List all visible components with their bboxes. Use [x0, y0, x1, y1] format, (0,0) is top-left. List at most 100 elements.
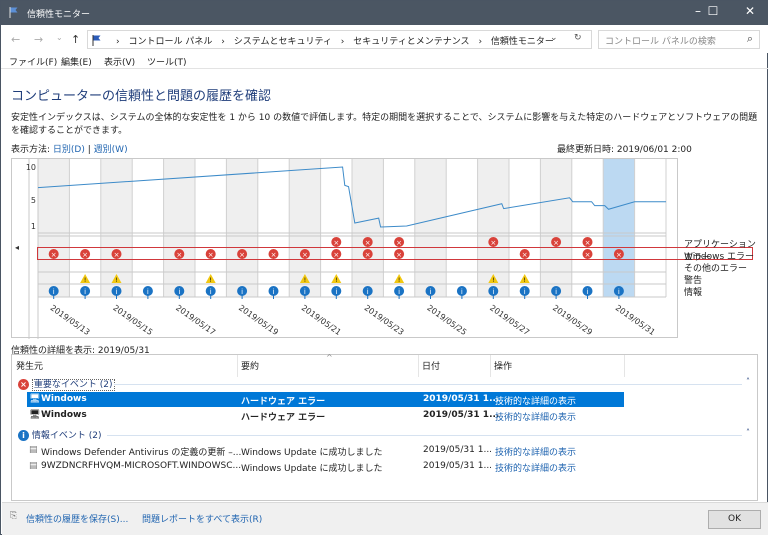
x-tick-label: 2019/05/17 [174, 303, 217, 337]
search-input[interactable]: コントロール パネルの検索 ⌕ [598, 30, 760, 49]
group-divider [114, 384, 742, 385]
error-icon-mark: × [490, 239, 496, 247]
column-action[interactable]: 操作 [494, 359, 512, 372]
search-placeholder: コントロール パネルの検索 [605, 37, 716, 47]
row-date: 2019/05/31 1... [423, 461, 492, 471]
view-mode-label: 表示方法: [11, 145, 50, 155]
day-column[interactable] [446, 159, 477, 297]
day-column[interactable] [635, 159, 666, 297]
info-icon-mark: i [116, 288, 118, 296]
y-tick-label: 5 [31, 196, 36, 205]
info-icon-mark: i [524, 288, 526, 296]
warning-icon-mark: ! [115, 277, 117, 284]
y-tick-label: 10 [26, 163, 36, 172]
address-dropdown-icon[interactable]: ⌄ [550, 33, 558, 43]
group-critical-events[interactable]: × 重要なイベント (2) [18, 377, 115, 390]
day-column[interactable] [603, 159, 634, 297]
info-icon-mark: i [147, 288, 149, 296]
breadcrumb-separator: › [116, 37, 120, 47]
breadcrumb-control-panel[interactable]: コントロール パネル [128, 37, 212, 47]
windows-error-row-highlight [37, 247, 753, 260]
recent-locations-button[interactable]: ⌄ [56, 33, 63, 42]
warning-icon-mark: ! [209, 277, 211, 284]
menu-edit[interactable]: 編集(E) [61, 55, 92, 68]
windows-app-icon: 🖥 [29, 410, 40, 420]
info-icon-mark: i [241, 288, 243, 296]
day-column[interactable] [226, 159, 257, 297]
maximize-button[interactable]: ☐ [698, 4, 728, 18]
info-icon-mark: i [492, 288, 494, 296]
warning-icon-mark: ! [84, 277, 86, 284]
breadcrumb[interactable]: › コントロール パネル › システムとセキュリティ › セキュリティとメンテナ… [87, 30, 592, 49]
view-weekly-link[interactable]: 週別(W) [94, 145, 128, 155]
x-tick-label: 2019/05/31 [614, 303, 657, 337]
column-summary[interactable]: 要約 [241, 359, 259, 372]
y-tick-label: 1 [31, 222, 36, 231]
x-tick-label: 2019/05/29 [551, 303, 594, 337]
day-column[interactable] [572, 159, 603, 297]
column-divider [624, 355, 625, 377]
info-icon-mark: i [178, 288, 180, 296]
day-column[interactable] [164, 159, 195, 297]
day-column[interactable] [415, 159, 446, 297]
search-icon[interactable]: ⌕ [747, 32, 753, 46]
row-date: 2019/05/31 1... [423, 394, 499, 404]
table-row[interactable]: 🖥 Windows ハードウェア エラー 2019/05/31 1... 技術的… [27, 392, 624, 407]
save-history-link[interactable]: 信頼性の履歴を保存(S)... [26, 512, 128, 525]
technical-details-link[interactable]: 技術的な詳細の表示 [495, 445, 576, 458]
error-icon-mark: × [585, 239, 591, 247]
column-date[interactable]: 日付 [422, 359, 440, 372]
table-row[interactable]: ▤ Windows Defender Antivirus の定義の更新 –...… [27, 443, 624, 458]
scroll-left-icon[interactable]: ◂ [15, 243, 19, 252]
forward-button[interactable]: → [34, 33, 43, 46]
refresh-button[interactable]: ↻ [574, 33, 582, 43]
technical-details-link[interactable]: 技術的な詳細の表示 [495, 461, 576, 474]
breadcrumb-reliability-monitor[interactable]: 信頼性モニター [491, 37, 554, 47]
document-icon: ▤ [29, 461, 38, 471]
group-info-events[interactable]: i 情報イベント (2) [18, 428, 102, 441]
column-source[interactable]: 発生元 [16, 359, 43, 372]
row-summary: Windows Update に成功しました [241, 445, 383, 458]
technical-details-link[interactable]: 技術的な詳細の表示 [495, 394, 576, 407]
column-divider [237, 355, 238, 377]
info-icon-mark: i [398, 288, 400, 296]
save-icon: ⎘ [10, 511, 17, 521]
x-tick-label: 2019/05/25 [425, 303, 468, 337]
flag-icon [8, 6, 20, 18]
info-icon-mark: i [210, 288, 212, 296]
x-tick-label: 2019/05/19 [237, 303, 280, 337]
menu-file[interactable]: ファイル(F) [9, 55, 57, 68]
ok-button[interactable]: OK [708, 510, 761, 529]
table-row[interactable]: ▤ 9WZDNCRFHVQM-MICROSOFT.WINDOWSC... Win… [27, 459, 624, 474]
row-source: Windows Defender Antivirus の定義の更新 –... [41, 445, 241, 458]
x-tick-label: 2019/05/15 [111, 303, 154, 337]
info-icon-mark: i [304, 288, 306, 296]
table-row[interactable]: 🖥 Windows ハードウェア エラー 2019/05/31 1... 技術的… [27, 408, 624, 423]
technical-details-link[interactable]: 技術的な詳細の表示 [495, 410, 576, 423]
info-icon: i [18, 430, 29, 441]
collapse-group-icon[interactable]: ˄ [746, 377, 750, 386]
row-date: 2019/05/31 1... [423, 445, 492, 455]
up-button[interactable]: ↑ [71, 33, 80, 46]
details-list[interactable]: 発生元 要約 ^ 日付 操作 × 重要なイベント (2) ˄ 🖥 Windows… [11, 354, 758, 501]
row-source: 9WZDNCRFHVQM-MICROSOFT.WINDOWSC... [41, 461, 241, 471]
breadcrumb-separator: › [478, 37, 482, 47]
info-icon-mark: i [587, 288, 589, 296]
view-daily-link[interactable]: 日別(D) [53, 145, 85, 155]
breadcrumb-system-security[interactable]: システムとセキュリティ [234, 37, 332, 47]
info-icon-mark: i [461, 288, 463, 296]
close-button[interactable]: ✕ [735, 4, 765, 18]
view-all-reports-link[interactable]: 問題レポートをすべて表示(R) [142, 512, 262, 525]
collapse-group-icon[interactable]: ˄ [746, 428, 750, 437]
day-column[interactable] [352, 159, 383, 297]
menu-tools[interactable]: ツール(T) [147, 55, 187, 68]
row-source: Windows [41, 410, 87, 420]
day-column[interactable] [38, 159, 69, 297]
day-column[interactable] [258, 159, 289, 297]
breadcrumb-security-maintenance[interactable]: セキュリティとメンテナンス [353, 37, 469, 47]
menu-view[interactable]: 表示(V) [104, 55, 135, 68]
x-tick-label: 2019/05/27 [488, 303, 531, 337]
day-column[interactable] [540, 159, 571, 297]
x-tick-label: 2019/05/21 [300, 303, 343, 337]
back-button[interactable]: ← [11, 33, 20, 46]
